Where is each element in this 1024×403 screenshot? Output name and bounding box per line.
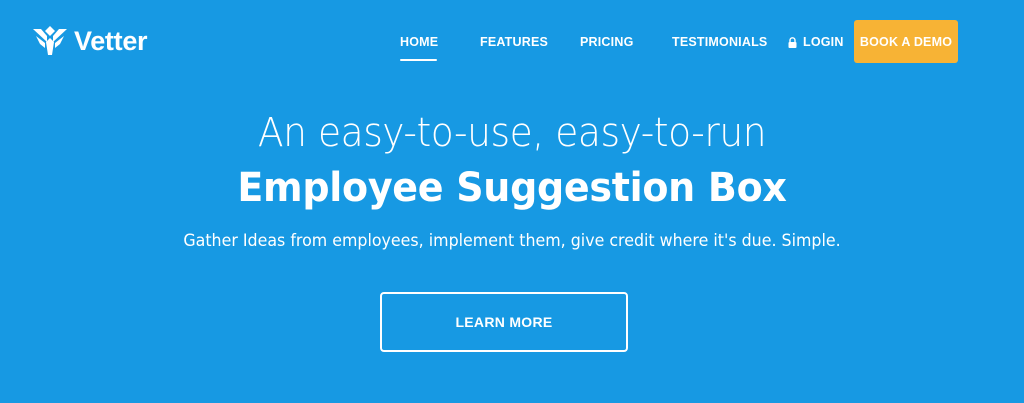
- nav-login-label: LOGIN: [803, 35, 844, 49]
- nav-home[interactable]: HOME: [400, 35, 439, 61]
- vetter-logo-icon: [32, 26, 68, 56]
- nav-login[interactable]: LOGIN: [788, 35, 844, 49]
- active-nav-indicator: [400, 59, 437, 61]
- site-header: Vetter HOME FEATURES PRICING TESTIMONIAL…: [0, 0, 1024, 84]
- hero-tagline: Gather Ideas from employees, implement t…: [183, 231, 841, 250]
- nav-features[interactable]: FEATURES: [480, 35, 548, 49]
- hero-headline-light: An easy-to-use, easy-to-run: [257, 110, 767, 156]
- learn-more-button[interactable]: LEARN MORE: [380, 292, 628, 352]
- nav-home-label: HOME: [400, 35, 439, 49]
- hero-headline-bold: Employee Suggestion Box: [237, 165, 787, 211]
- brand-name: Vetter: [74, 25, 148, 56]
- nav-testimonials[interactable]: TESTIMONIALS: [672, 35, 767, 49]
- nav-pricing[interactable]: PRICING: [580, 35, 634, 49]
- book-demo-button[interactable]: BOOK A DEMO: [854, 20, 958, 63]
- brand-logo[interactable]: Vetter: [32, 25, 148, 56]
- lock-icon: [788, 36, 797, 48]
